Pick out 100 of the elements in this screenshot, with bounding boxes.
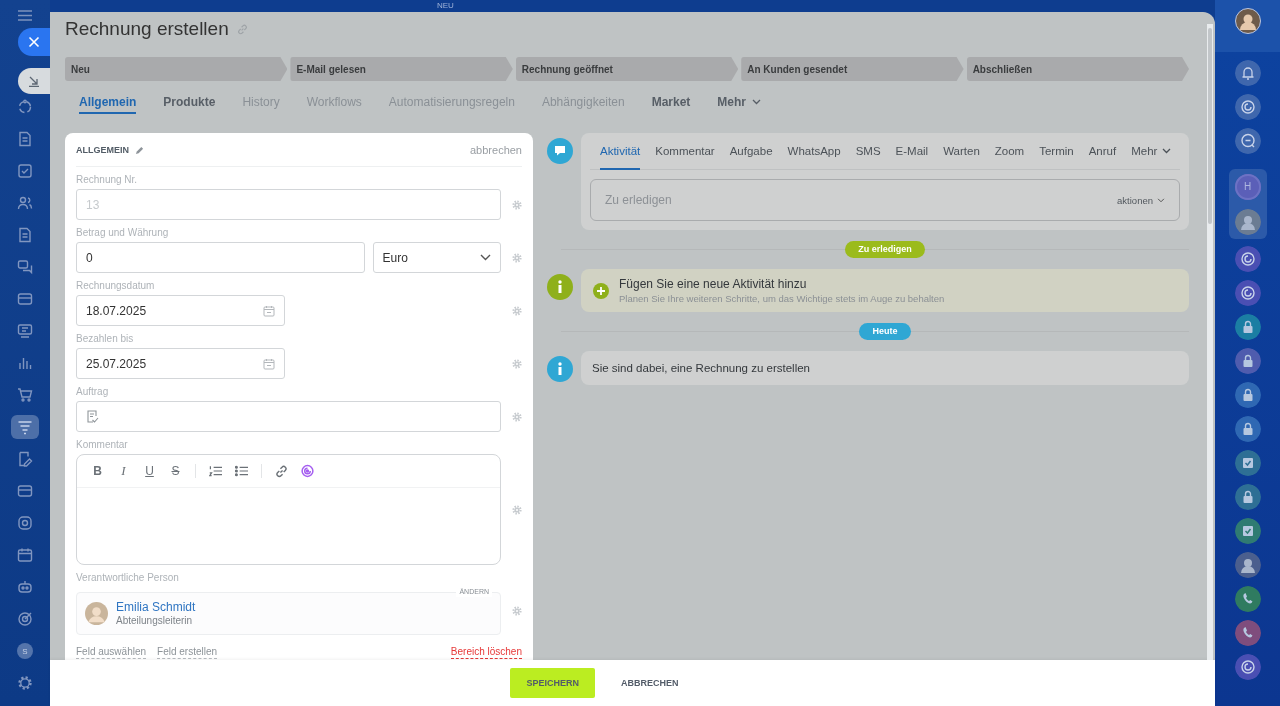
lock-icon[interactable] xyxy=(1234,416,1261,442)
date-badge: Zu erledigen xyxy=(845,241,925,258)
contact-initial[interactable]: H xyxy=(1234,173,1261,200)
spiral-icon[interactable] xyxy=(1234,94,1261,120)
italic-button[interactable]: I xyxy=(117,463,130,479)
lock-icon[interactable] xyxy=(1234,348,1261,374)
activity-tab[interactable]: Termin xyxy=(1039,133,1074,170)
menu-icon[interactable] xyxy=(18,10,32,21)
field-link[interactable]: Feld auswählen xyxy=(76,646,147,659)
todo-input[interactable]: Zu erledigen aktionen xyxy=(590,179,1180,221)
bold-button[interactable]: B xyxy=(91,464,104,478)
activity-tab[interactable]: Mehr xyxy=(1131,133,1172,170)
cancel-button[interactable]: ABBRECHEN xyxy=(605,668,695,698)
activity-tab[interactable]: SMS xyxy=(855,133,881,170)
field-label: Betrag und Währung xyxy=(76,226,170,239)
field-label: Rechnungsdatum xyxy=(76,279,156,292)
activity-tab[interactable]: E-Mail xyxy=(895,133,929,170)
caret-icon xyxy=(1162,147,1172,154)
tab[interactable]: Allgemein xyxy=(79,92,137,114)
avatar xyxy=(85,602,108,625)
field-label: Verantwortliche Person xyxy=(76,571,180,584)
doc-icon xyxy=(17,227,33,243)
field-label: Kommentar xyxy=(76,438,129,451)
currency-select[interactable]: Euro xyxy=(372,242,501,273)
tab[interactable]: Produkte xyxy=(163,92,216,114)
bell-icon[interactable] xyxy=(1234,60,1261,86)
cancel-link[interactable]: abbrechen xyxy=(470,144,522,156)
board-icon xyxy=(17,323,33,339)
phone-icon[interactable] xyxy=(1234,586,1261,612)
activity-tab[interactable]: Aktivität xyxy=(600,133,641,170)
avatar[interactable] xyxy=(1234,208,1261,235)
link-icon[interactable] xyxy=(275,464,288,478)
activity-tab[interactable]: Zoom xyxy=(994,133,1025,170)
check-icon[interactable] xyxy=(1234,450,1261,476)
spiral-icon[interactable] xyxy=(1234,654,1261,680)
lock-icon[interactable] xyxy=(1234,484,1261,510)
tab[interactable]: Mehr xyxy=(717,92,761,114)
edit-icon xyxy=(17,451,33,467)
chart-icon xyxy=(17,355,33,371)
stage-step[interactable]: E-Mail gelesen xyxy=(290,57,513,81)
person-name[interactable]: Emilia Schmidt xyxy=(116,600,196,614)
field-label: Rechnung Nr. xyxy=(76,173,139,186)
tab[interactable]: Market xyxy=(651,92,691,114)
section-title: ALLGEMEIN xyxy=(76,145,129,155)
spiral-icon[interactable] xyxy=(1234,246,1261,272)
minimize-button[interactable] xyxy=(18,68,50,94)
scrollbar[interactable] xyxy=(1207,24,1213,660)
comment-editor[interactable]: B I U S xyxy=(76,454,501,565)
save-button[interactable]: SPEICHERN xyxy=(510,668,595,698)
person-position: Abteilungsleiterin xyxy=(116,614,194,627)
caret-icon xyxy=(1157,197,1165,203)
plus-icon[interactable] xyxy=(593,282,609,299)
target-icon xyxy=(17,611,33,627)
nav-item[interactable] xyxy=(11,415,39,439)
activity-tab[interactable]: Warten xyxy=(943,133,980,170)
stage-step[interactable]: Abschließen xyxy=(966,57,1190,81)
stage-step[interactable]: Neu xyxy=(65,57,288,81)
field-link[interactable]: Feld erstellen xyxy=(157,646,218,659)
amount-field[interactable]: 0 xyxy=(76,242,365,273)
delete-section-link[interactable]: Bereich löschen xyxy=(450,646,522,659)
date-field[interactable]: 25.07.2025 xyxy=(76,348,285,379)
bullet-list-icon[interactable] xyxy=(235,465,248,477)
close-button[interactable] xyxy=(18,28,50,56)
card-icon xyxy=(17,483,33,499)
stage-step[interactable]: Rechnung geöffnet xyxy=(515,57,739,81)
cart-icon xyxy=(17,387,33,403)
user-initial[interactable]: S xyxy=(17,643,33,659)
pencil-icon[interactable] xyxy=(135,145,144,155)
order-field[interactable] xyxy=(76,401,501,432)
date-badge: Heute xyxy=(859,323,911,340)
avatar[interactable] xyxy=(1234,8,1261,34)
activity-tab[interactable]: Kommentar xyxy=(655,133,715,170)
calendar-icon xyxy=(17,547,33,563)
activity-tab[interactable]: Anruf xyxy=(1088,133,1117,170)
todo-title: Fügen Sie eine neue Aktivität hinzu xyxy=(619,276,808,292)
avatar[interactable] xyxy=(1234,552,1261,578)
numbered-list-icon[interactable] xyxy=(209,465,222,477)
phone-icon[interactable] xyxy=(1234,620,1261,646)
activity-tab[interactable]: Aufgabe xyxy=(729,133,773,170)
activity-tab[interactable]: WhatsApp xyxy=(787,133,841,170)
input-field[interactable]: 13 xyxy=(76,189,501,220)
lock-icon[interactable] xyxy=(1234,382,1261,408)
spiral-icon[interactable] xyxy=(1234,280,1261,306)
document-check-icon xyxy=(86,410,99,423)
underline-button[interactable]: U xyxy=(143,464,156,478)
stage-step[interactable]: An Kunden gesendet xyxy=(741,57,964,81)
check-icon[interactable] xyxy=(1234,518,1261,544)
caret-icon xyxy=(752,99,761,105)
lock-icon[interactable] xyxy=(1234,314,1261,340)
calendar-icon[interactable] xyxy=(263,304,275,317)
people-icon xyxy=(17,195,33,211)
new-label: NEU xyxy=(437,1,454,11)
spinner-icon xyxy=(17,99,33,115)
caret-icon xyxy=(480,254,491,261)
calendar-icon[interactable] xyxy=(263,357,275,370)
spiral-icon[interactable] xyxy=(301,464,314,478)
actions-dropdown[interactable]: aktionen xyxy=(1117,194,1165,206)
date-field[interactable]: 18.07.2025 xyxy=(76,295,285,326)
strike-button[interactable]: S xyxy=(169,464,182,478)
settings-icon[interactable] xyxy=(17,675,33,691)
